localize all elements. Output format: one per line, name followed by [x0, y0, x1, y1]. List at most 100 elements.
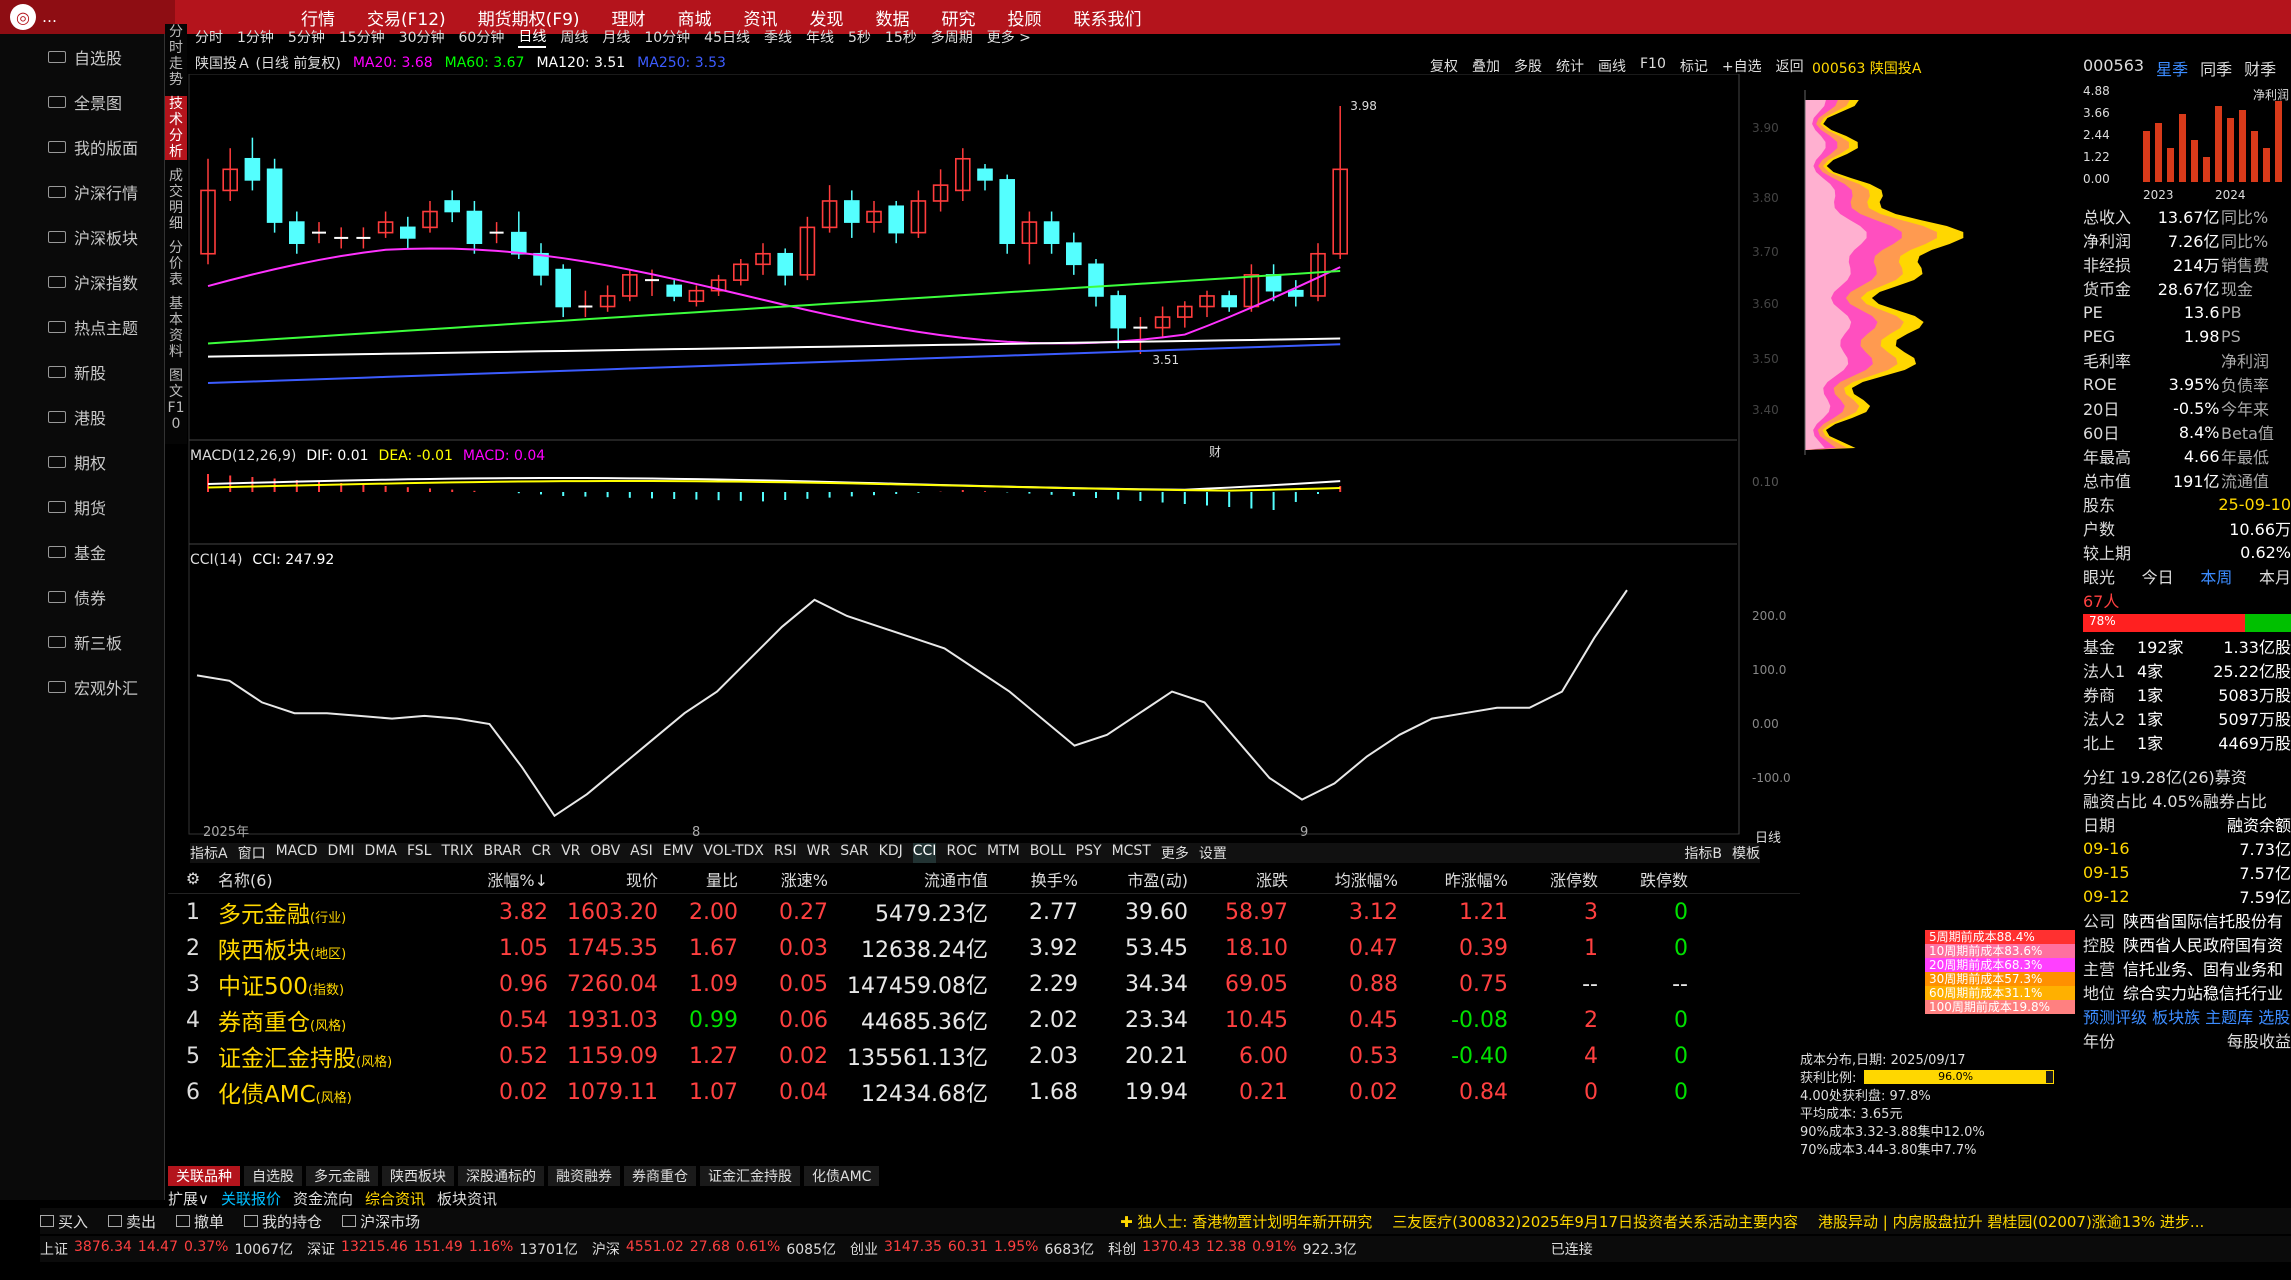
sidebar-item-1[interactable]: 全景图	[0, 79, 164, 124]
period-8[interactable]: 月线	[602, 27, 630, 47]
row-name[interactable]: 多元金融(行业)	[218, 895, 458, 929]
bottom-tab-7[interactable]: 证金汇金持股	[700, 1166, 800, 1186]
tool-3[interactable]: 统计	[1556, 56, 1584, 76]
sidebar-item-14[interactable]: 宏观外汇	[0, 664, 164, 709]
ind-tab-11[interactable]: ASI	[630, 843, 653, 863]
period-6[interactable]: 日线	[518, 26, 547, 48]
index-quote-2[interactable]: 沪深 4551.02 27.68 0.61% 6085亿	[592, 1239, 836, 1259]
tab2-4[interactable]: 板块资讯	[437, 1188, 497, 1209]
ind-tab-6[interactable]: TRIX	[441, 843, 473, 863]
table-header-cell[interactable]: 涨速%	[738, 867, 828, 891]
period-0[interactable]: 分时	[195, 27, 223, 47]
period-15[interactable]: 多周期	[931, 27, 973, 47]
ind-tab-24[interactable]: 更多	[1161, 843, 1189, 863]
period-1[interactable]: 1分钟	[237, 27, 274, 47]
sidebar-item-7[interactable]: 新股	[0, 349, 164, 394]
tool-6[interactable]: 标记	[1680, 56, 1708, 76]
bottom-tab-6[interactable]: 券商重仓	[624, 1166, 696, 1186]
gear-icon[interactable]: ⚙	[168, 869, 218, 888]
table-header-cell[interactable]: 均涨幅%	[1288, 867, 1398, 891]
sidebar-item-5[interactable]: 沪深指数	[0, 259, 164, 304]
row-name[interactable]: 券商重仓(风格)	[218, 1003, 458, 1037]
index-quote-4[interactable]: 科创 1370.43 12.38 0.91% 922.3亿	[1108, 1239, 1357, 1259]
news-ticker-3[interactable]: 港股异动 | 内房股盘拉升 碧桂园(02007)涨逾13% 进步...	[1818, 1211, 2204, 1232]
table-row[interactable]: 3 中证500(指数) 0.96 7260.04 1.09 0.05 147459.08亿 2…	[168, 966, 1800, 1002]
table-row[interactable]: 5 证金汇金持股(风格) 0.52 1159.09 1.27 0.02 135561.13亿…	[168, 1038, 1800, 1074]
ind-tab-16[interactable]: SAR	[840, 843, 868, 863]
index-quote-3[interactable]: 创业 3147.35 60.31 1.95% 6683亿	[850, 1239, 1094, 1259]
ind-tab-15[interactable]: WR	[807, 843, 831, 863]
ind-tab-20[interactable]: MTM	[987, 843, 1020, 863]
ind-tab-19[interactable]: ROC	[946, 843, 977, 863]
status-action-0[interactable]: 买入	[40, 1211, 88, 1232]
table-header-cell[interactable]: 换手%	[988, 867, 1078, 891]
eye-week[interactable]: 本周	[2200, 564, 2232, 588]
ind-tab-4[interactable]: DMA	[365, 843, 397, 863]
table-header-cell[interactable]: 市盈(动)	[1078, 867, 1189, 891]
ind-tab-0[interactable]: 指标A	[190, 843, 228, 863]
index-quote-1[interactable]: 深证 13215.46 151.49 1.16% 13701亿	[307, 1239, 578, 1259]
tool-2[interactable]: 多股	[1514, 56, 1542, 76]
sidebar-item-12[interactable]: 债券	[0, 574, 164, 619]
table-row[interactable]: 1 多元金融(行业) 3.82 1603.20 2.00 0.27 5479.23亿 2.77…	[168, 894, 1800, 930]
status-action-1[interactable]: 卖出	[108, 1211, 156, 1232]
bottom-tab-5[interactable]: 融资融券	[548, 1166, 620, 1186]
table-row[interactable]: 6 化债AMC(风格) 0.02 1079.11 1.07 0.04 12434.68亿 1.…	[168, 1074, 1800, 1110]
tab2-0[interactable]: 扩展∨	[168, 1188, 209, 1209]
tool-1[interactable]: 叠加	[1472, 56, 1500, 76]
ind-tab-14[interactable]: RSI	[774, 843, 797, 863]
ind-tab-1[interactable]: 窗口	[238, 843, 266, 863]
table-header-cell[interactable]: 跌停数	[1598, 867, 1688, 891]
sidebar-item-4[interactable]: 沪深板块	[0, 214, 164, 259]
sidebar-item-6[interactable]: 热点主题	[0, 304, 164, 349]
ind-tab-17[interactable]: KDJ	[879, 843, 903, 863]
table-header-cell[interactable]: 涨停数	[1508, 867, 1598, 891]
status-action-3[interactable]: 我的持仓	[244, 1211, 322, 1232]
vtab-1[interactable]: 技术分析	[165, 96, 187, 160]
news-ticker-1[interactable]: ✚ 独人士: 香港物置计划明年新开研究	[1120, 1211, 1372, 1232]
status-action-4[interactable]: 沪深市场	[342, 1211, 420, 1232]
ind-tab-3[interactable]: DMI	[328, 843, 355, 863]
bottom-tab-3[interactable]: 陕西板块	[382, 1166, 454, 1186]
bottom-tab-8[interactable]: 化债AMC	[804, 1166, 880, 1186]
sidebar-item-8[interactable]: 港股	[0, 394, 164, 439]
vtab-0[interactable]: 分时走势	[165, 24, 187, 88]
table-row[interactable]: 4 券商重仓(风格) 0.54 1931.03 0.99 0.06 44685.36亿 2.0…	[168, 1002, 1800, 1038]
row-name[interactable]: 化债AMC(风格)	[218, 1075, 458, 1109]
tool-4[interactable]: 画线	[1598, 56, 1626, 76]
ind-tab-right-1[interactable]: 模板	[1732, 843, 1760, 863]
vtab-3[interactable]: 分价表	[165, 240, 187, 288]
table-header-cell[interactable]: 名称(6)	[218, 867, 458, 891]
tab2-1[interactable]: 关联报价	[221, 1188, 281, 1209]
tab2-3[interactable]: 综合资讯	[365, 1188, 425, 1209]
vtab-5[interactable]: 图文F10	[165, 368, 187, 432]
sidebar-item-9[interactable]: 期权	[0, 439, 164, 484]
table-header-cell[interactable]: 流通市值	[828, 867, 988, 891]
table-row[interactable]: 2 陕西板块(地区) 1.05 1745.35 1.67 0.03 12638.24亿 3.9…	[168, 930, 1800, 966]
ind-tab-7[interactable]: BRAR	[483, 843, 521, 863]
table-header-cell[interactable]: 涨幅%↓	[458, 867, 548, 891]
right-tab-2[interactable]: 同季	[2200, 56, 2232, 80]
period-16[interactable]: 更多 >	[987, 27, 1031, 47]
sidebar-item-0[interactable]: 自选股	[0, 34, 164, 79]
sidebar-item-2[interactable]: 我的版面	[0, 124, 164, 169]
eye-today[interactable]: 今日	[2142, 564, 2174, 588]
row-name[interactable]: 中证500(指数)	[218, 967, 458, 1001]
table-header-cell[interactable]: 昨涨幅%	[1398, 867, 1508, 891]
tab2-2[interactable]: 资金流向	[293, 1188, 353, 1209]
right-tab-3[interactable]: 财季	[2244, 56, 2276, 80]
news-ticker-2[interactable]: 三友医疗(300832)2025年9月17日投资者关系活动主要内容	[1392, 1211, 1798, 1232]
ind-tab-9[interactable]: VR	[561, 843, 580, 863]
ind-tab-22[interactable]: PSY	[1076, 843, 1102, 863]
ind-tab-8[interactable]: CR	[532, 843, 552, 863]
table-header-cell[interactable]: 现价	[548, 867, 658, 891]
index-quote-0[interactable]: 上证 3876.34 14.47 0.37% 10067亿	[40, 1239, 293, 1259]
tool-7[interactable]: +自选	[1722, 56, 1762, 76]
period-2[interactable]: 5分钟	[288, 27, 325, 47]
period-14[interactable]: 15秒	[885, 27, 917, 47]
period-11[interactable]: 季线	[764, 27, 792, 47]
eye-month[interactable]: 本月	[2259, 564, 2291, 588]
tool-8[interactable]: 返回	[1776, 56, 1804, 76]
tool-5[interactable]: F10	[1640, 56, 1666, 76]
vtab-4[interactable]: 基本资料	[165, 296, 187, 360]
